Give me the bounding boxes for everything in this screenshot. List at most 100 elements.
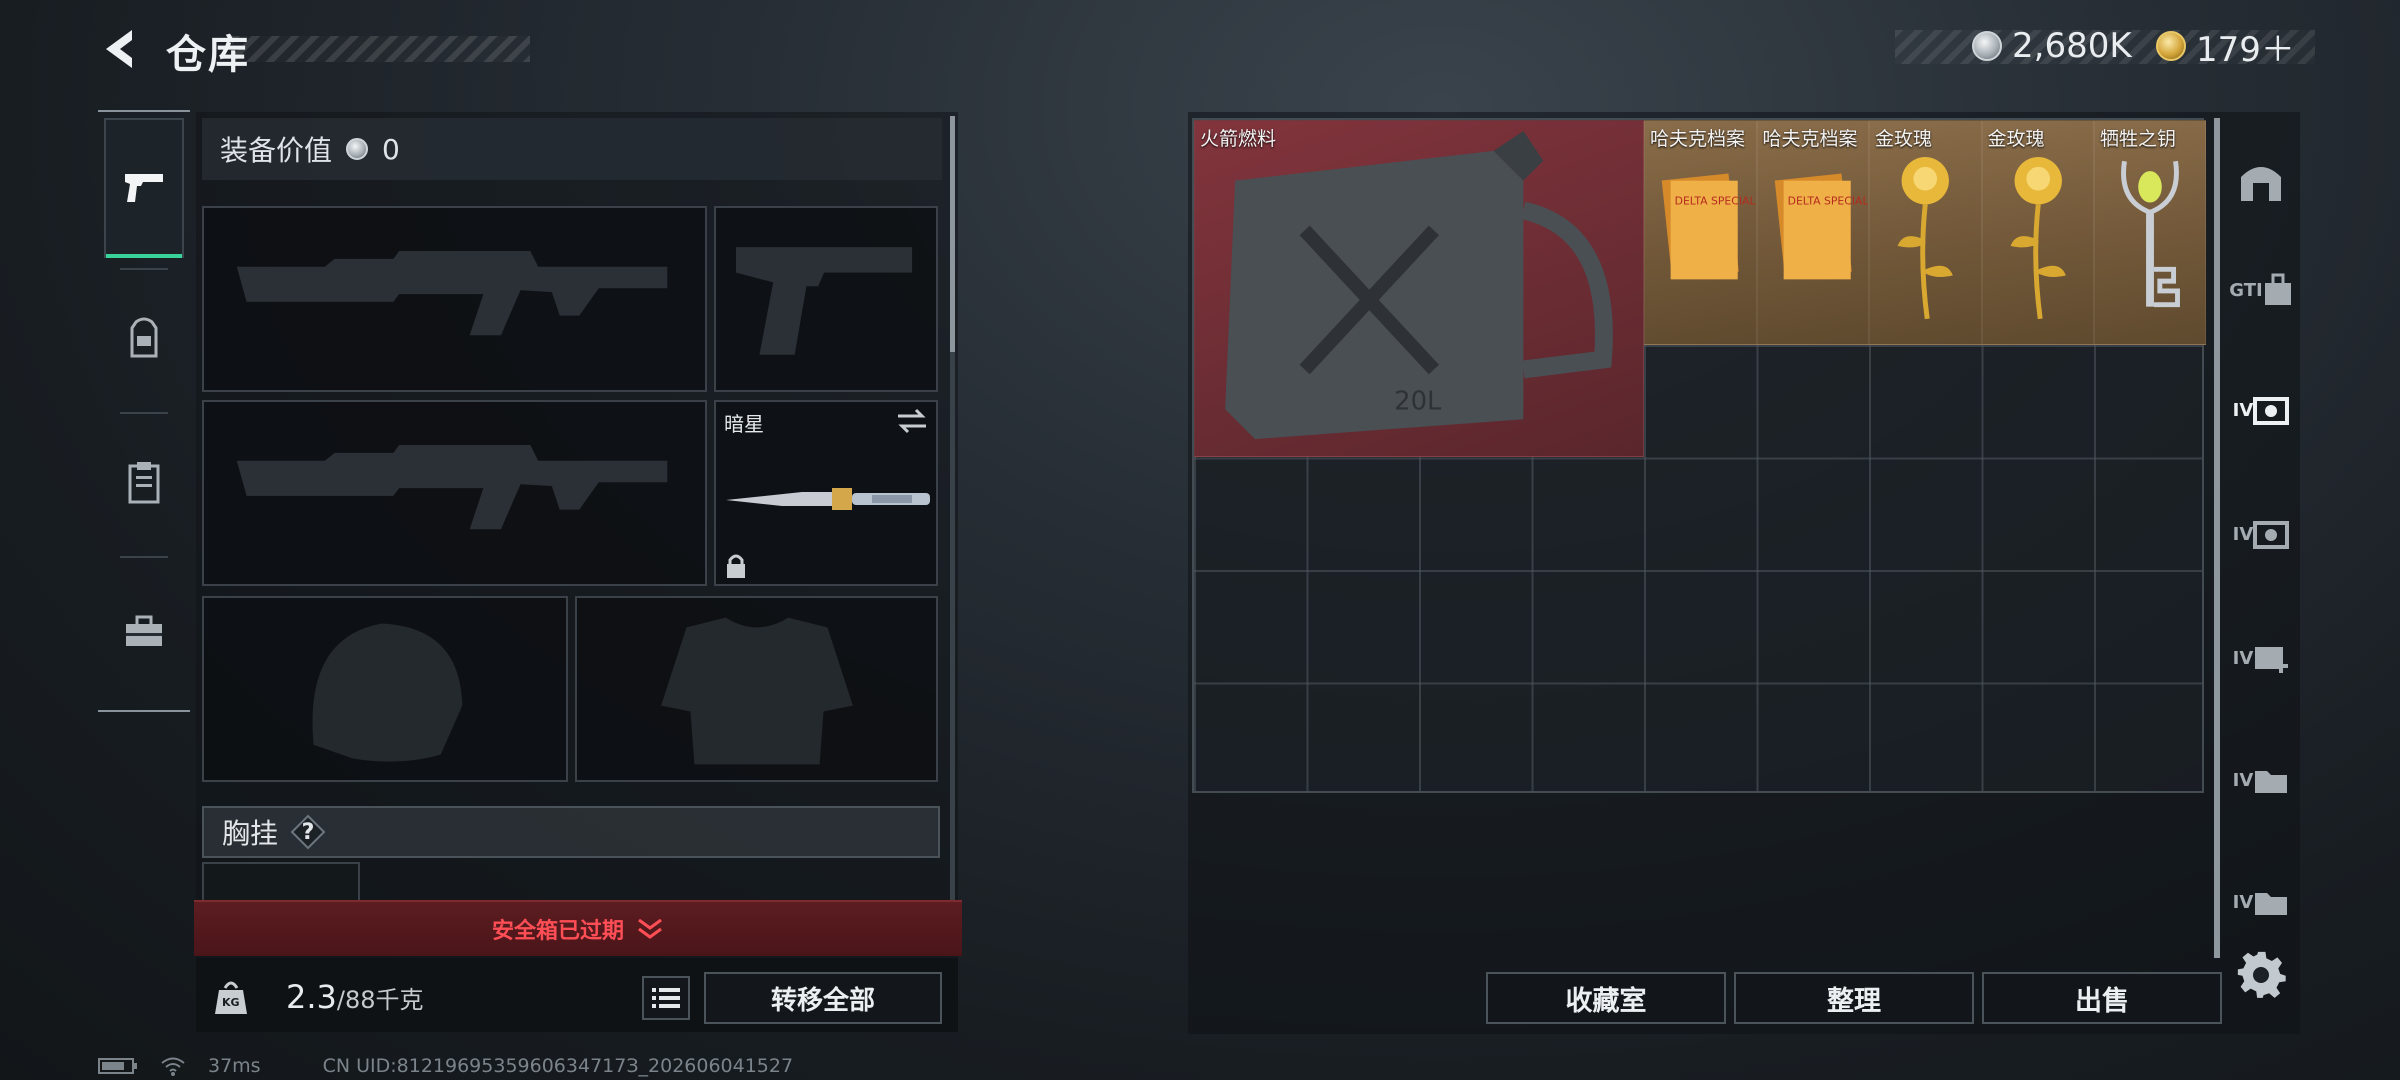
storage-item-golden-rose[interactable]: 金玫瑰 [1981, 120, 2094, 345]
knife-icon [726, 488, 930, 510]
rose-icon [1897, 157, 1953, 320]
side-tab-label: GTI [2229, 279, 2263, 301]
nav-separator [120, 556, 168, 558]
battery-icon [98, 1058, 137, 1074]
help-icon[interactable]: ? [290, 814, 326, 850]
rifle-silhouette-icon [236, 251, 668, 336]
weight-icon: KG [196, 962, 266, 1032]
jerrycan-volume: 20L [1394, 386, 1442, 416]
currency-gold[interactable]: 179＋ [2156, 26, 2295, 70]
melee-slot[interactable]: 暗星 [714, 400, 938, 586]
side-tab-label: IV [2232, 769, 2254, 791]
chest-rig-slot[interactable] [202, 862, 360, 902]
side-tab-ammo-box[interactable]: IV [2226, 494, 2296, 574]
currency-silver: 2,680K [1972, 26, 2132, 66]
pistol-silhouette-icon [735, 247, 913, 355]
side-tab-folder-case[interactable]: IV [2226, 740, 2296, 820]
ammo-box-icon [2253, 521, 2290, 549]
side-tab-folder-case[interactable]: IV [2226, 862, 2296, 942]
key-icon [2121, 160, 2180, 308]
primary-weapon-slot[interactable] [202, 206, 707, 392]
silver-coin-icon [1972, 31, 2002, 61]
side-tab-medical-case[interactable]: IV [2226, 618, 2296, 698]
helmet-slot[interactable] [202, 596, 568, 782]
item-name: 金玫瑰 [1875, 128, 1933, 150]
nav-divider-bottom [98, 710, 190, 712]
pistol-icon [125, 174, 163, 202]
equipment-value: 0 [382, 132, 400, 166]
side-tab-label: IV [2232, 647, 2254, 669]
storage-scrollbar[interactable] [2214, 118, 2220, 958]
armor-slot[interactable] [575, 596, 938, 782]
chest-rig-label: 胸挂 [222, 817, 279, 850]
secure-container-expired-banner[interactable]: 安全箱已过期 [194, 900, 962, 956]
weight-display: 2.3/88千克 [286, 978, 424, 1016]
swap-icon[interactable] [896, 408, 928, 434]
weight-current: 2.3 [286, 978, 337, 1016]
wifi-icon [161, 1057, 185, 1076]
silver-coin-icon [346, 138, 369, 160]
nav-item-backpack[interactable] [104, 268, 184, 408]
silver-amount: 2,680K [2012, 26, 2132, 66]
equipment-value-bar: 装备价值 0 [202, 118, 942, 180]
folder-case-icon [2255, 771, 2288, 793]
sort-button[interactable]: 整理 [1734, 972, 1974, 1024]
side-tab-locker[interactable] [2226, 140, 2296, 220]
storage-item-haavk-files[interactable]: DELTA SPECIAL FORCES 哈夫克档案 [1756, 120, 1869, 345]
nav-item-toolbox[interactable] [104, 562, 184, 702]
nav-item-weapons[interactable] [104, 118, 184, 258]
settings-gear-icon[interactable] [2236, 950, 2288, 1002]
back-button[interactable] [98, 26, 144, 72]
backpack-icon [130, 317, 158, 358]
side-tab-gti-case[interactable]: GTI [2226, 250, 2296, 330]
storage-item-golden-rose[interactable]: 金玫瑰 [1869, 120, 1982, 345]
ping-value: 37ms [208, 1055, 261, 1077]
page-title: 仓库 [166, 32, 250, 78]
status-bar: 37ms CN UID:8121969535960634717З_2026060… [98, 1054, 793, 1078]
item-name: 哈夫克档案 [1762, 128, 1858, 150]
sell-button[interactable]: 出售 [1982, 972, 2222, 1024]
helmet-silhouette-icon [312, 623, 463, 762]
item-name: 金玫瑰 [1987, 128, 2045, 150]
side-tab-ammo-box-active[interactable]: IV [2226, 370, 2296, 450]
jerrycan-icon: 20L [1225, 130, 1613, 440]
nav-item-chest-rig[interactable] [104, 412, 184, 552]
sidearm-slot[interactable] [714, 206, 938, 392]
gold-amount: 179＋ [2196, 29, 2295, 70]
storage-grid[interactable]: 20L 火箭燃料 DELTA SPECIAL FORCES 哈夫克档案 DELT… [1192, 118, 2206, 793]
clipboard-icon [128, 462, 160, 504]
storage-item-haavk-files[interactable]: DELTA SPECIAL FORCES 哈夫克档案 [1644, 120, 1757, 345]
locker-icon [2241, 167, 2281, 201]
weight-max: /88千克 [336, 986, 424, 1014]
chevron-down-icon [638, 918, 662, 939]
storage-item-key-of-sacrifice[interactable]: 牺牲之钥 [2094, 120, 2206, 345]
collection-room-button[interactable]: 收藏室 [1486, 972, 1726, 1024]
list-icon [652, 988, 680, 1008]
title-decoration [232, 36, 530, 62]
side-tab-label: IV [2232, 523, 2254, 545]
storage-item-rocket-fuel[interactable]: 20L 火箭燃料 [1194, 120, 1644, 457]
medical-case-icon [2255, 647, 2289, 673]
gold-coin-icon [2156, 31, 2186, 61]
melee-item-name: 暗星 [724, 412, 764, 436]
weight-unit-mark: KG [222, 996, 240, 1009]
armor-silhouette-icon [661, 617, 853, 765]
secondary-weapon-slot[interactable] [202, 400, 707, 586]
transfer-all-button[interactable]: 转移全部 [704, 972, 942, 1024]
document-label: DELTA SPECIAL FORCES [1675, 194, 1756, 207]
side-tab-label: IV [2232, 891, 2254, 913]
item-name: 火箭燃料 [1200, 128, 1277, 150]
folder-case-icon [2255, 893, 2288, 915]
list-view-button[interactable] [642, 976, 690, 1020]
player-uid: CN UID:8121969535960634717З_202606041527 [322, 1055, 794, 1077]
documents-icon: DELTA SPECIAL FORCES [1774, 173, 1868, 280]
ammo-box-icon [2253, 397, 2290, 425]
nav-divider-top [98, 110, 190, 112]
help-mark: ? [301, 819, 315, 845]
document-label: DELTA SPECIAL FORCES [1787, 194, 1868, 207]
secure-container-expired-text: 安全箱已过期 [491, 919, 624, 944]
item-name: 牺牲之钥 [2100, 128, 2177, 150]
rifle-silhouette-icon [236, 445, 668, 530]
loadout-scrollbar-thumb[interactable] [950, 116, 955, 352]
toolbox-icon [126, 615, 162, 646]
